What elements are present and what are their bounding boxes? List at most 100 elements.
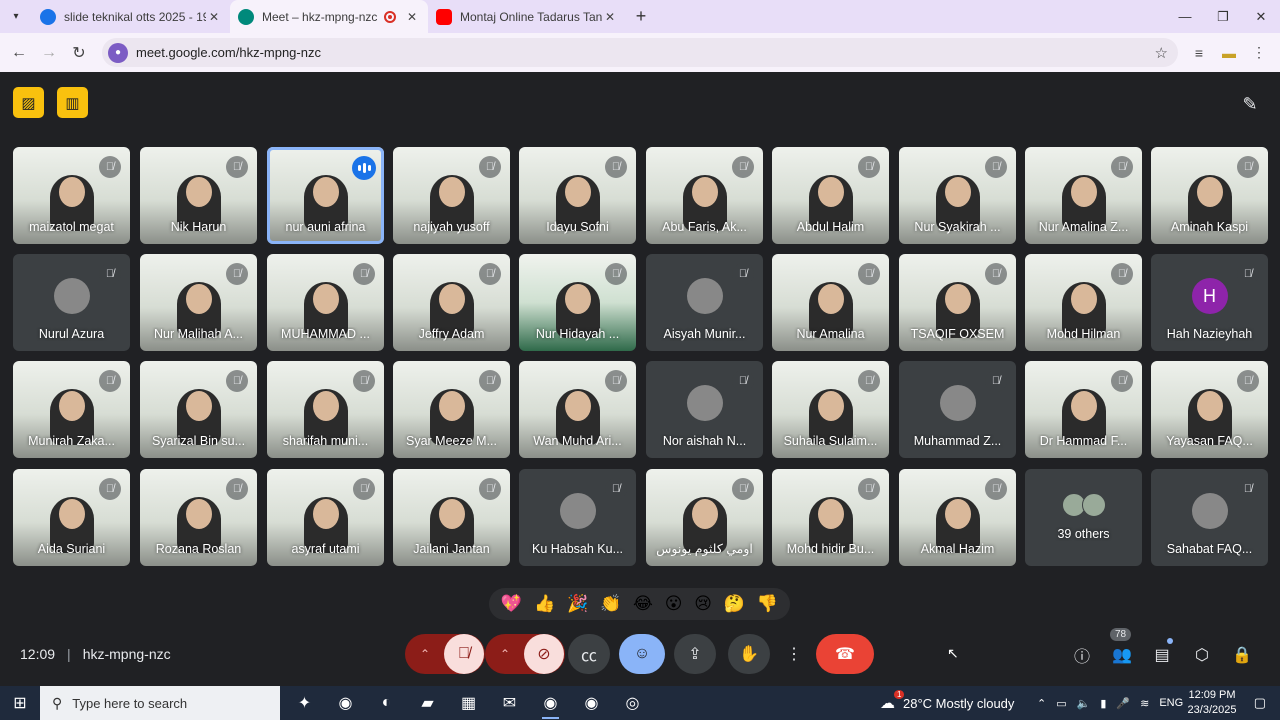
activities-button[interactable]: ⬡ xyxy=(1182,640,1222,670)
new-tab-button[interactable]: + xyxy=(626,6,656,27)
edge-icon[interactable]: ◐ xyxy=(366,686,407,720)
participant-tile[interactable]: 🎙̸ Nur Hidayah ... xyxy=(519,254,636,351)
language-indicator[interactable]: ENG xyxy=(1159,697,1183,709)
layout-icon[interactable]: ▥ xyxy=(57,87,88,118)
participant-tile[interactable]: 🎙̸ TSAQIF OXSEM xyxy=(899,254,1016,351)
people-button[interactable]: 78 👥 xyxy=(1102,628,1142,670)
present-button[interactable]: ⇪ xyxy=(674,634,716,674)
windows-start-icon[interactable]: ⊞ xyxy=(0,686,40,720)
participant-tile[interactable]: 🎙̸ Sahabat FAQ... xyxy=(1151,469,1268,566)
close-icon[interactable]: ✕ xyxy=(1242,0,1280,33)
participant-tile[interactable]: 🎙̸ Akmal Hazim xyxy=(899,469,1016,566)
forward-icon[interactable]: → xyxy=(34,44,64,62)
participant-tile[interactable]: 🎙̸ Yayasan FAQ... xyxy=(1151,361,1268,458)
pen-tool-icon[interactable]: ✎ xyxy=(1236,90,1264,118)
participant-tile[interactable]: 🎙̸ Nur Syakirah ... xyxy=(899,147,1016,244)
outlook-icon[interactable]: ✉ xyxy=(489,686,530,720)
participant-tile[interactable]: H 🎙̸ Hah Nazieyhah xyxy=(1151,254,1268,351)
participant-tile[interactable]: 🎙̸ Nik Harun xyxy=(140,147,257,244)
participant-tile[interactable]: 🎙̸ Nor aishah N... xyxy=(646,361,763,458)
bookmark-star-icon[interactable]: ☆ xyxy=(1155,44,1168,62)
chrome-active-icon[interactable]: ◉ xyxy=(530,686,571,720)
participant-tile[interactable]: 🎙̸ Aida Suriani xyxy=(13,469,130,566)
battery-icon[interactable]: ▮ xyxy=(1100,697,1106,710)
participant-tile[interactable]: 🎙̸ Nurul Azura xyxy=(13,254,130,351)
weather-widget[interactable]: ☁ 1 28°C Mostly cloudy xyxy=(880,686,1014,720)
wifi-icon[interactable]: ≋ xyxy=(1140,697,1149,710)
more-options-button[interactable]: ⋮ xyxy=(780,634,808,674)
back-icon[interactable]: ← xyxy=(4,44,34,62)
chevron-up-icon[interactable]: ⌃ xyxy=(1037,697,1046,710)
participant-tile[interactable]: 🎙̸ Muhammad Z... xyxy=(899,361,1016,458)
participant-tile[interactable]: 🎙̸ Nur Amalina Z... xyxy=(1025,147,1142,244)
participant-tile[interactable]: 🎙̸ اومي كلثوم يونوس xyxy=(646,469,763,566)
mic-off-icon[interactable]: 🎙̸ xyxy=(444,634,484,674)
tab-close-icon[interactable]: ✕ xyxy=(404,10,420,24)
meeting-details-button[interactable]: ⓘ xyxy=(1062,640,1102,670)
file-explorer-icon[interactable]: ▰ xyxy=(407,686,448,720)
tab-close-icon[interactable]: ✕ xyxy=(602,10,618,24)
participant-tile[interactable]: 🎙̸ Ku Habsah Ku... xyxy=(519,469,636,566)
thumbs-up-icon[interactable]: 👍 xyxy=(534,594,555,614)
participant-tile[interactable]: 🎙̸ MUHAMMAD ... xyxy=(267,254,384,351)
url-bar[interactable]: ● meet.google.com/hkz-mpng-nzc ☆ xyxy=(102,38,1178,67)
participant-tile[interactable]: 🎙̸ maizatol megat xyxy=(13,147,130,244)
chrome-icon[interactable]: ◉ xyxy=(325,686,366,720)
raise-hand-button[interactable]: ✋ xyxy=(728,634,770,674)
participant-tile[interactable]: 39 others xyxy=(1025,469,1142,566)
restore-icon[interactable]: ❐ xyxy=(1204,0,1242,33)
participant-tile[interactable]: 🎙̸ Abu Faris, Ak... xyxy=(646,147,763,244)
media-control-icon[interactable]: ≡ xyxy=(1184,45,1214,61)
participant-tile[interactable]: 🎙̸ Mohd hidir Bu... xyxy=(772,469,889,566)
participant-tile[interactable]: 🎙̸ Rozana Roslan xyxy=(140,469,257,566)
surprised-face-icon[interactable]: 😮 xyxy=(665,594,683,614)
volume-icon[interactable]: 🔈 xyxy=(1077,697,1091,710)
leave-call-button[interactable]: ☎ xyxy=(816,634,874,674)
clapping-hands-icon[interactable]: 👏 xyxy=(600,594,621,614)
participant-tile[interactable]: 🎙̸ sharifah muni... xyxy=(267,361,384,458)
site-info-icon[interactable]: ● xyxy=(108,42,128,63)
camera-icon[interactable]: ▭ xyxy=(1056,697,1066,710)
copilot-icon[interactable]: ✦ xyxy=(284,686,325,720)
participant-tile[interactable]: nur auni afrina xyxy=(267,147,384,244)
store-icon[interactable]: ▦ xyxy=(448,686,489,720)
participant-tile[interactable]: 🎙̸ najiyah yusoff xyxy=(393,147,510,244)
camera-control[interactable]: ⌃ ⊘ xyxy=(485,634,565,674)
hide-tiles-icon[interactable]: ▨ xyxy=(13,87,44,118)
mic-icon[interactable]: 🎤 xyxy=(1116,697,1130,710)
tab-slide[interactable]: slide teknikal otts 2025 - 1920 ✕ xyxy=(32,0,230,33)
participant-tile[interactable]: 🎙̸ Aisyah Munir... xyxy=(646,254,763,351)
participant-tile[interactable]: 🎙̸ Dr Hammad F... xyxy=(1025,361,1142,458)
participant-tile[interactable]: 🎙̸ asyraf utami xyxy=(267,469,384,566)
tab-meet[interactable]: Meet – hkz-mpng-nzc ✕ xyxy=(230,0,428,33)
tab-youtube[interactable]: Montaj Online Tadarus Tanpa S ✕ xyxy=(428,0,626,33)
participant-tile[interactable]: 🎙̸ Wan Muhd Ari... xyxy=(519,361,636,458)
reactions-button[interactable]: ☺ xyxy=(619,634,665,674)
extension-icon[interactable]: ▬ xyxy=(1214,45,1244,61)
participant-tile[interactable]: 🎙̸ Abdul Halim xyxy=(772,147,889,244)
chat-button[interactable]: ▤ xyxy=(1142,638,1182,670)
participant-tile[interactable]: 🎙̸ Munirah Zaka... xyxy=(13,361,130,458)
chevron-up-icon[interactable]: ⌃ xyxy=(486,647,524,661)
participant-tile[interactable]: 🎙̸ Jailani Jantan xyxy=(393,469,510,566)
participant-tile[interactable]: 🎙̸ Aminah Kaspi xyxy=(1151,147,1268,244)
participant-tile[interactable]: 🎙̸ Jeffry Adam xyxy=(393,254,510,351)
tab-close-icon[interactable]: ✕ xyxy=(206,10,222,24)
party-popper-icon[interactable]: 🎉 xyxy=(567,594,588,614)
minimize-icon[interactable]: — xyxy=(1166,0,1204,33)
reload-icon[interactable]: ↻ xyxy=(64,43,94,63)
participant-tile[interactable]: 🎙̸ Idayu Sofni xyxy=(519,147,636,244)
chrome-profile-icon[interactable]: ◉ xyxy=(571,686,612,720)
taskbar-clock[interactable]: 12:09 PM 23/3/2025 xyxy=(1182,688,1242,718)
participant-tile[interactable]: 🎙̸ Nur Amalina xyxy=(772,254,889,351)
participant-tile[interactable]: 🎙̸ Syarizal Bin su... xyxy=(140,361,257,458)
thinking-face-icon[interactable]: 🤔 xyxy=(724,594,745,614)
app-icon[interactable]: ◎ xyxy=(612,686,653,720)
participant-tile[interactable]: 🎙̸ Syar Meeze M... xyxy=(393,361,510,458)
taskbar-search[interactable]: ⚲ Type here to search xyxy=(40,686,280,720)
crying-face-icon[interactable]: 😢 xyxy=(694,594,712,614)
microphone-control[interactable]: ⌃ 🎙̸ xyxy=(405,634,485,674)
chevron-up-icon[interactable]: ⌃ xyxy=(406,647,444,661)
sparkling-heart-icon[interactable]: 💖 xyxy=(501,594,522,614)
participant-tile[interactable]: 🎙̸ Suhaila Sulaim... xyxy=(772,361,889,458)
